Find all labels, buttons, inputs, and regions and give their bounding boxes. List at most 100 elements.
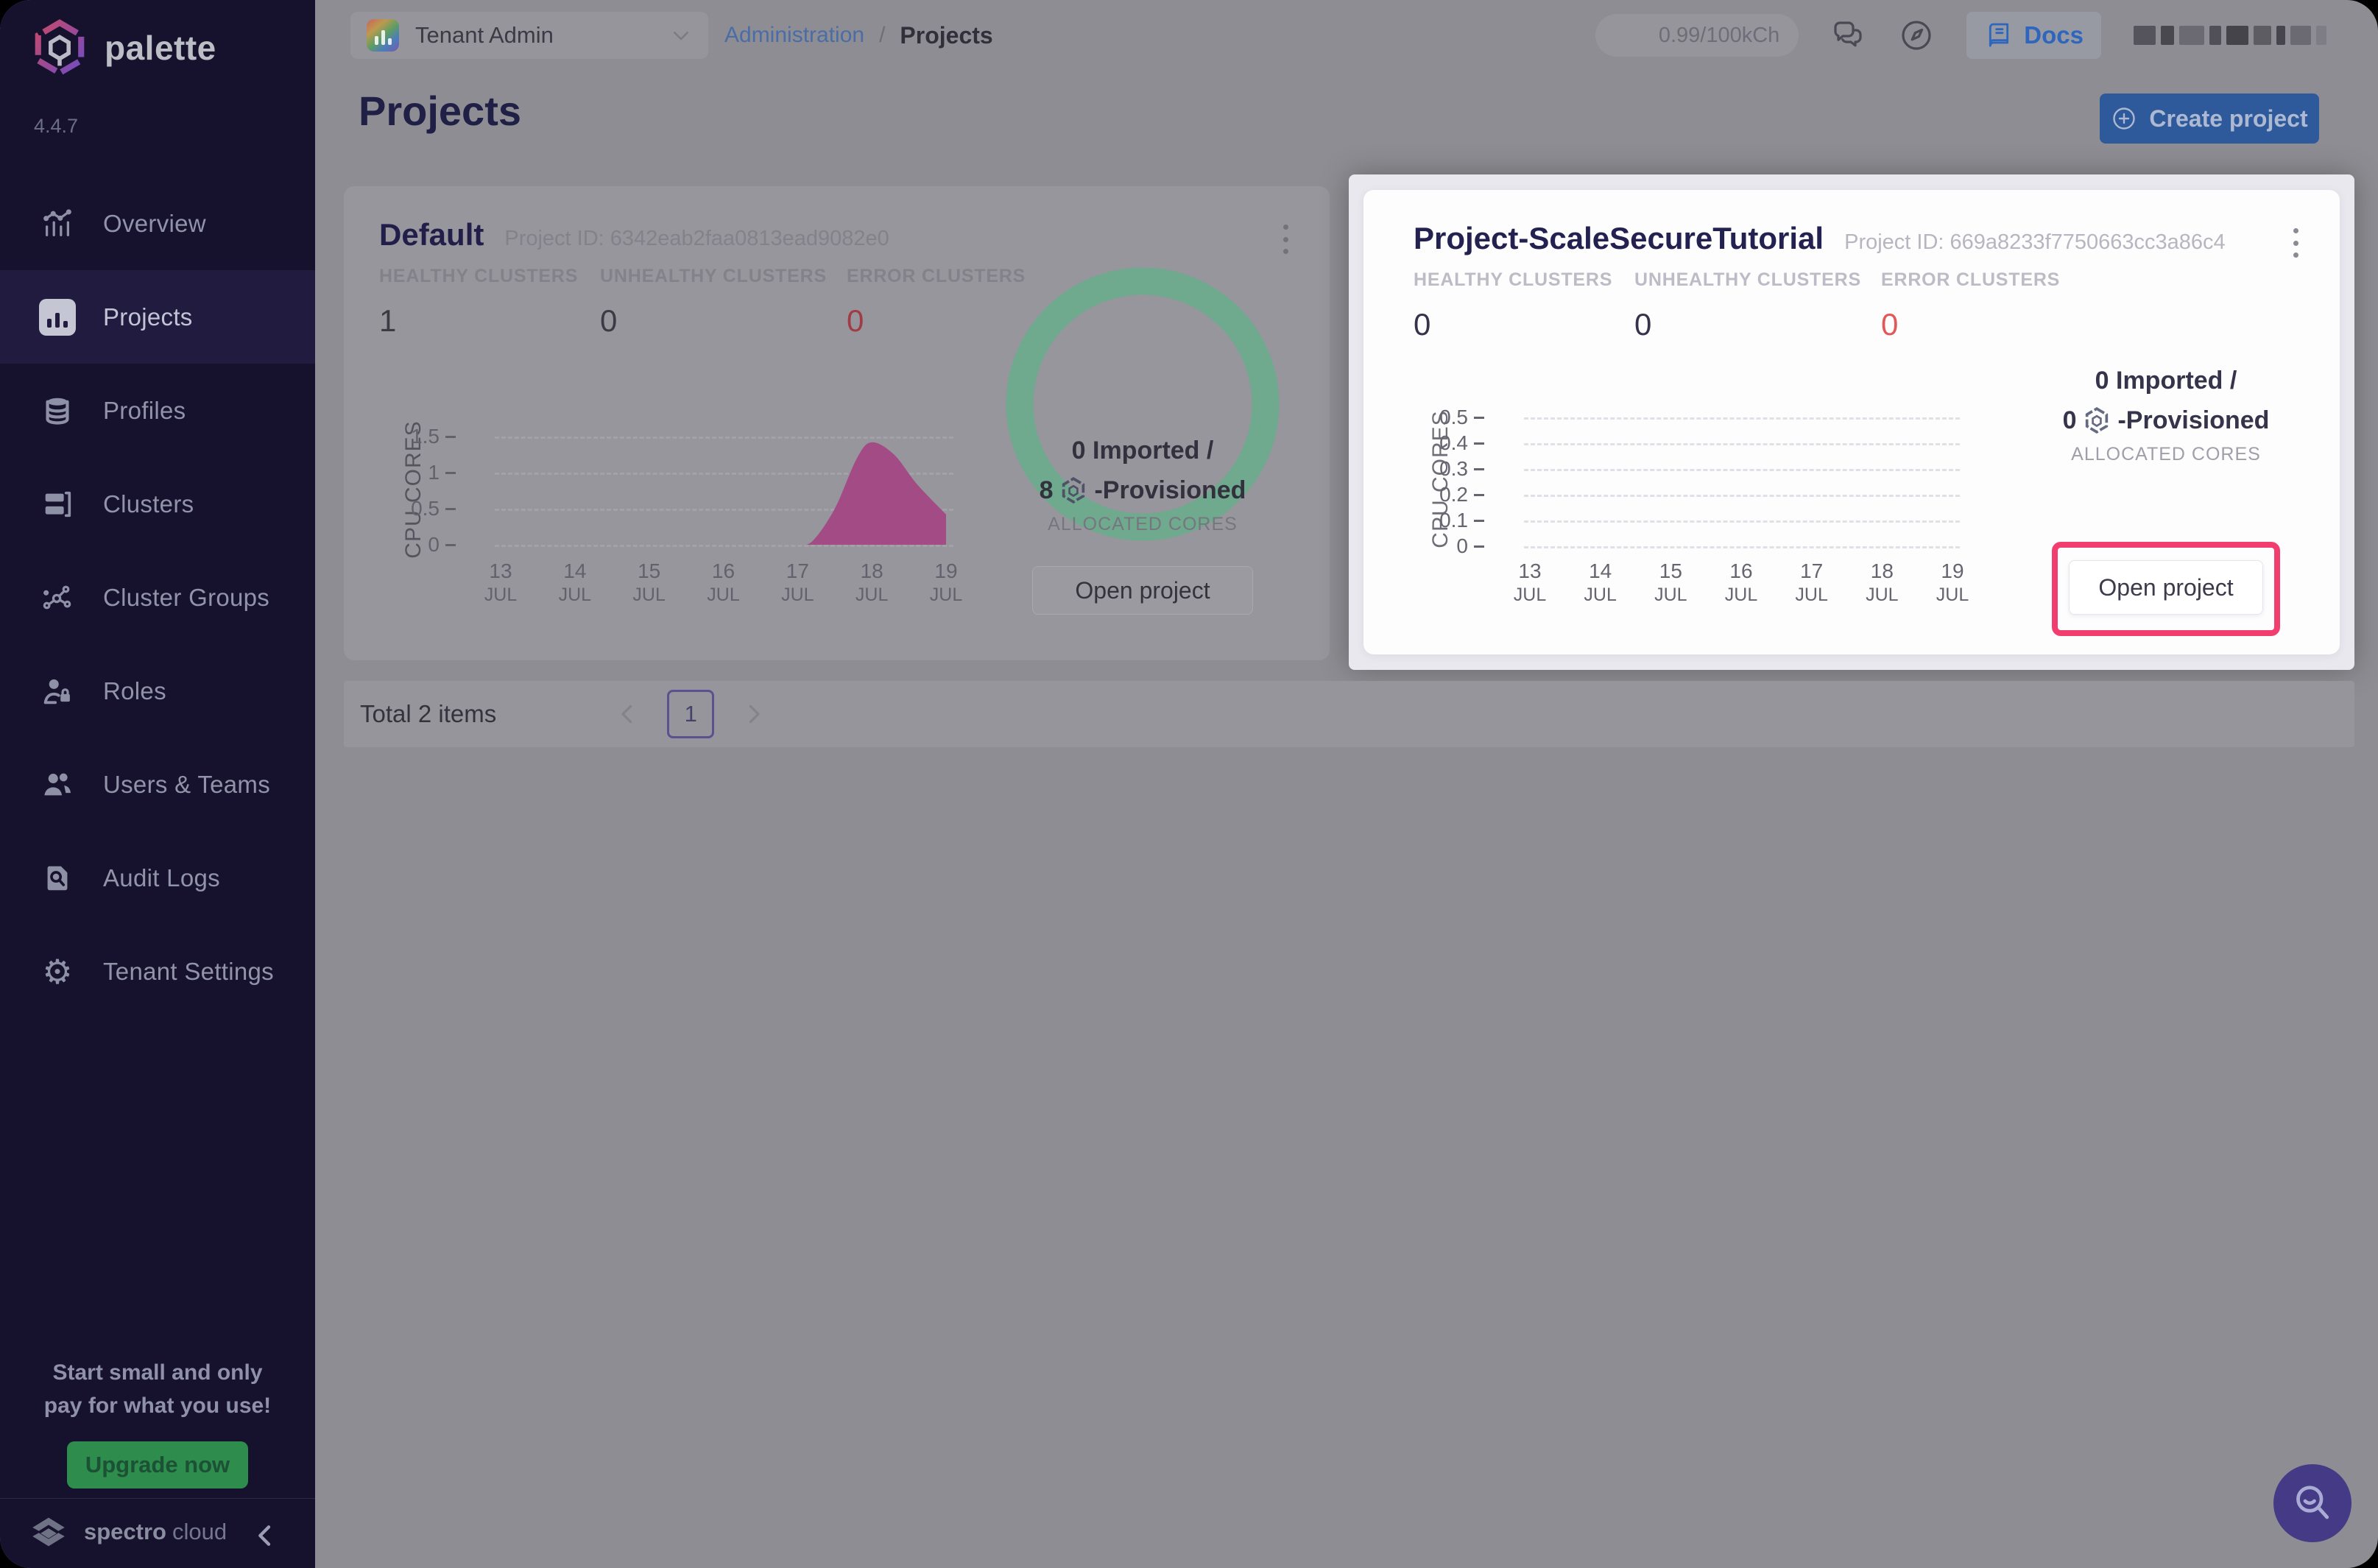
open-project-button[interactable]: Open project: [2069, 560, 2263, 615]
x-tick-label: 13JUL: [468, 559, 534, 606]
palette-console: palette 4.4.7 OverviewProjectsProfilesCl…: [0, 0, 2378, 1568]
sidebar: palette 4.4.7 OverviewProjectsProfilesCl…: [0, 0, 315, 1568]
page-number-button[interactable]: 1: [667, 690, 714, 738]
sidebar-item-cluster-groups[interactable]: Cluster Groups: [0, 551, 315, 644]
x-tick-label: 15JUL: [1637, 559, 1704, 606]
stat-label: HEALTHY CLUSTERS: [1414, 269, 1634, 291]
x-tick-label: 17JUL: [1779, 559, 1845, 606]
censored-pixel-block: [2290, 26, 2311, 45]
projects-icon: [38, 298, 77, 336]
stat-error-clusters: ERROR CLUSTERS 0: [1881, 269, 2102, 342]
tenant-scope-selector[interactable]: Tenant Admin: [350, 12, 708, 59]
y-tick-mark: [1474, 442, 1484, 445]
topbar-actions: 0.99/100kCh Docs: [1595, 0, 2326, 71]
provisioned-value: 8: [1040, 476, 1054, 505]
sidebar-item-label: Tenant Settings: [103, 958, 274, 986]
provisioned-cores: 8 -Provisioned: [1003, 476, 1283, 505]
project-menu-button[interactable]: [1272, 222, 1299, 257]
search-smile-icon: [2290, 1481, 2335, 1525]
y-tick-mark: [445, 472, 456, 474]
create-project-button[interactable]: Create project: [2100, 93, 2319, 144]
stat-value: 0: [600, 303, 847, 339]
plus-circle-icon: [2111, 105, 2137, 132]
open-project-button[interactable]: Open project: [1032, 566, 1253, 615]
sidebar-item-overview[interactable]: Overview: [0, 177, 315, 270]
sidebar-collapse-button[interactable]: [250, 1521, 280, 1550]
project-id: Project ID: 669a8233f7750663cc3a86c4: [1844, 230, 2226, 255]
x-tick-label: 16JUL: [1708, 559, 1774, 606]
cluster-groups-icon: [38, 579, 77, 617]
sidebar-item-label: Projects: [103, 303, 193, 331]
breadcrumb-projects: Projects: [900, 22, 992, 49]
upgrade-now-button[interactable]: Upgrade now: [67, 1441, 248, 1488]
sidebar-item-label: Audit Logs: [103, 864, 220, 892]
gridline: [1524, 495, 1960, 497]
docs-label: Docs: [2024, 21, 2084, 49]
provisioned-suffix: -Provisioned: [2117, 406, 2269, 435]
x-tick-label: 19JUL: [1919, 559, 1986, 606]
brand-footer: spectrocloud: [25, 1511, 227, 1553]
sidebar-item-projects[interactable]: Projects: [0, 270, 315, 364]
sidebar-item-clusters[interactable]: Clusters: [0, 457, 315, 551]
profiles-icon: [38, 392, 77, 430]
allocated-cores-label: ALLOCATED CORES: [2056, 444, 2276, 465]
y-tick-mark: [445, 544, 456, 546]
x-tick-label: 15JUL: [616, 559, 682, 606]
project-menu-button[interactable]: [2282, 225, 2309, 261]
provisioned-suffix: -Provisioned: [1094, 476, 1246, 505]
feedback-chat-button[interactable]: [1831, 18, 1866, 53]
chevron-left-icon: [250, 1521, 280, 1550]
censored-pixel-block: [2209, 26, 2221, 45]
palette-hexagon-icon: [31, 19, 88, 77]
docs-button[interactable]: Docs: [1966, 12, 2101, 59]
stat-healthy-clusters: HEALTHY CLUSTERS1: [379, 266, 600, 339]
x-tick-label: 18JUL: [839, 559, 905, 606]
sidebar-item-users-teams[interactable]: Users & Teams: [0, 738, 315, 831]
sidebar-item-label: Overview: [103, 210, 206, 238]
y-tick-label: 0: [1402, 534, 1468, 558]
stat-label: UNHEALTHY CLUSTERS: [1634, 269, 1881, 291]
app-title: palette: [105, 28, 216, 68]
user-account-menu[interactable]: [2134, 23, 2326, 48]
sidebar-item-audit-logs[interactable]: Audit Logs: [0, 831, 315, 925]
total-items-label: Total 2 items: [360, 700, 496, 728]
next-page-button[interactable]: [741, 701, 767, 727]
project-title: Project-ScaleSecureTutorial: [1414, 221, 1824, 256]
breadcrumb-separator: /: [879, 23, 885, 48]
overview-icon: [38, 205, 77, 243]
palette-cores-icon: [2082, 406, 2111, 435]
y-tick-mark: [445, 508, 456, 510]
stat-value: 0: [1881, 307, 2102, 342]
chat-bubbles-icon: [1831, 18, 1866, 53]
book-icon: [1984, 21, 2014, 50]
breadcrumb-administration[interactable]: Administration: [724, 23, 864, 48]
x-tick-label: 14JUL: [1567, 559, 1634, 606]
censored-pixel-block: [2179, 26, 2204, 45]
x-tick-label: 17JUL: [764, 559, 830, 606]
chevron-left-icon: [614, 701, 641, 727]
sidebar-item-roles[interactable]: Roles: [0, 644, 315, 738]
upgrade-promo: Start small and only pay for what you us…: [32, 1356, 283, 1488]
brand-secondary: cloud: [172, 1519, 227, 1544]
censored-pixel-block: [2134, 26, 2156, 45]
tours-button[interactable]: [1899, 18, 1934, 53]
palette-logo: palette: [31, 19, 216, 77]
stat-label: ERROR CLUSTERS: [1881, 269, 2102, 291]
y-tick-label: 1: [373, 461, 440, 484]
tenant-settings-icon: ⚙: [38, 953, 77, 991]
cluster-stats: HEALTHY CLUSTERS1UNHEALTHY CLUSTERS0ERRO…: [379, 266, 1068, 339]
palette-cores-icon: [1059, 476, 1088, 505]
x-tick-label: 18JUL: [1849, 559, 1915, 606]
sidebar-item-label: Users & Teams: [103, 771, 270, 799]
spectro-cloud-logo-icon: [25, 1511, 72, 1553]
compass-icon: [1899, 18, 1934, 53]
spotlight-search-fab[interactable]: [2273, 1464, 2351, 1542]
sidebar-item-tenant-settings[interactable]: ⚙ Tenant Settings: [0, 925, 315, 1018]
roles-icon: [38, 672, 77, 710]
previous-page-button[interactable]: [614, 701, 641, 727]
clusters-icon: [38, 485, 77, 523]
chevron-down-icon: [670, 24, 692, 46]
brand-text: spectrocloud: [84, 1519, 227, 1545]
allocated-cores-label: ALLOCATED CORES: [1003, 514, 1283, 535]
sidebar-item-profiles[interactable]: Profiles: [0, 364, 315, 457]
